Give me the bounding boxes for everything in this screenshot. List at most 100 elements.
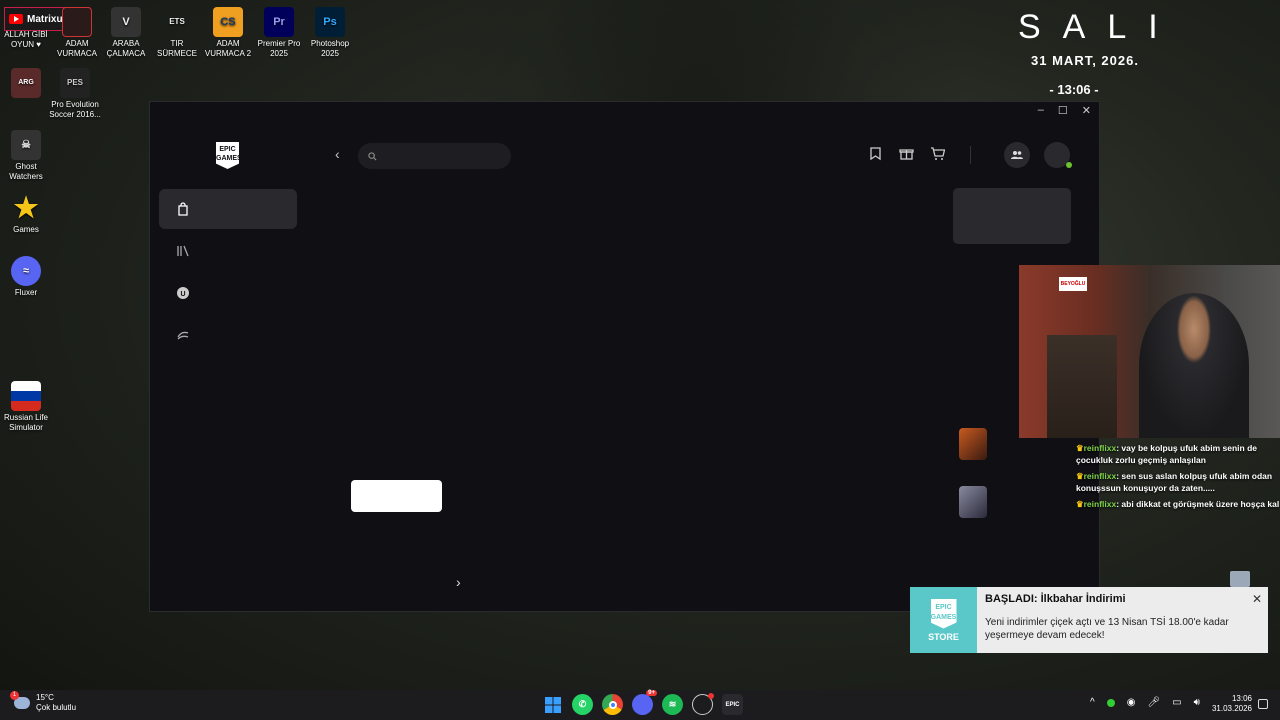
fortnite-icon (177, 331, 189, 340)
whatsapp-icon[interactable]: ✆ (572, 694, 593, 715)
start-button[interactable] (542, 694, 563, 715)
epic-games-logo[interactable]: EPIC GAMES (216, 142, 239, 169)
desktop-icon-adam-vurmaca[interactable]: ADAM VURMACA (51, 7, 103, 59)
ghost-icon: ☠ (11, 130, 41, 160)
microphone-icon[interactable]: 🎤︎ (1147, 697, 1160, 708)
minimize-button[interactable]: – (1038, 104, 1044, 117)
discord-icon[interactable]: 9+ (632, 690, 657, 715)
desktop-icon-label: Pro Evolution Soccer 2016... (49, 100, 101, 119)
search-input[interactable] (383, 150, 503, 162)
desktop-icon-adam-vurmaca-2[interactable]: CS ADAM VURMACA 2 (202, 7, 254, 59)
sidebar-item-fortnite[interactable] (159, 315, 297, 355)
game-thumbnail[interactable] (959, 486, 987, 518)
windows-icon (544, 696, 561, 713)
weather-desc: Çok bulutlu (36, 703, 77, 712)
system-tray: ^ ◉ 🎤︎ ▭ 🔊︎ (1090, 697, 1200, 708)
network-icon[interactable]: ▭ (1172, 697, 1181, 708)
desktop-icon-label: TIR SÜRMECE (156, 39, 197, 58)
carousel-next-button[interactable]: › (456, 574, 461, 590)
discord-badge: 9+ (646, 690, 657, 696)
notification-center-icon[interactable] (1258, 699, 1268, 709)
friends-button[interactable] (1004, 142, 1030, 168)
chat-message: ♛reinflixx: sen sus aslan kolpuş ufuk ab… (1076, 470, 1280, 494)
game-thumbnail[interactable] (959, 428, 987, 460)
wishlist-icon[interactable] (868, 146, 883, 161)
toast-notification[interactable]: EPIC GAMES STORE BAŞLADI: İlkbahar İndir… (910, 587, 1268, 653)
recycle-bin-icon[interactable] (1230, 571, 1250, 587)
pes-icon: PES (60, 68, 90, 98)
crown-icon: ♛ (1076, 443, 1084, 453)
weather-widget[interactable]: 1 15°C Çok bulutlu (10, 691, 77, 713)
library-icon (177, 245, 189, 257)
desktop-icon-label: Games (13, 225, 39, 234)
desktop-icon-label: Russian Life Simulator (3, 413, 49, 432)
desktop-icon-ghost-watchers[interactable]: ☠ Ghost Watchers (0, 130, 52, 182)
epic-games-logo: EPIC GAMES (930, 598, 957, 629)
taskbar-time: 13:06 (1231, 694, 1252, 703)
discord-tray-icon[interactable]: ◉ (1127, 697, 1136, 708)
fluxer-icon: ≈ (11, 256, 41, 286)
spotify-icon[interactable]: ≋ (662, 694, 683, 715)
clock-widget: SALI 31 MART, 2026. - 13:06 - (1000, 8, 1170, 97)
desktop-icon-premiere-pro[interactable]: Pr Premier Pro 2025 (253, 7, 305, 59)
chevron-up-icon[interactable]: ^ (1090, 697, 1095, 708)
sidebar-item-unreal-engine[interactable]: U (159, 273, 297, 313)
divider (970, 146, 971, 164)
gta-icon: V (111, 7, 141, 37)
desktop-icon-allah-gibi-oyun[interactable]: ALLAH GİBİ OYUN ♥ (0, 30, 52, 50)
chat-message: ♛reinflixx: vay be kolpuş ufuk abim seni… (1076, 442, 1280, 466)
cart-icon[interactable] (930, 146, 945, 161)
desktop-icon-fluxer[interactable]: ≈ Fluxer (0, 256, 52, 298)
game-shortcut-icon (62, 7, 92, 37)
weather-temp: 15°C (36, 693, 54, 702)
desktop-icon-araba-calmaca[interactable]: V ARABA ÇALMACA (100, 7, 152, 59)
chrome-icon[interactable] (602, 694, 623, 715)
star-icon: ★ (13, 192, 39, 223)
epic-store-logo: EPIC GAMES STORE (910, 587, 977, 653)
friends-icon (1011, 151, 1023, 159)
cloud-icon: 1 (10, 691, 30, 709)
desktop-icon-label: Ghost Watchers (9, 162, 43, 181)
taskbar: 1 15°C Çok bulutlu ✆ 9+ ≋ EPIC ^ ◉ 🎤︎ ▭ … (0, 690, 1280, 720)
desktop-icon-russian-life-simulator[interactable]: Russian Life Simulator (0, 381, 52, 433)
desktop-icon-pes-2016[interactable]: PES Pro Evolution Soccer 2016... (49, 68, 101, 120)
wall-sign: BEYOĞLU (1059, 277, 1087, 291)
counter-strike-icon: CS (213, 7, 243, 37)
desktop-icon-label: Photoshop 2025 (310, 39, 350, 58)
sidebar-item-library[interactable] (159, 231, 297, 271)
desktop-icon-label: ARABA ÇALMACA (106, 39, 146, 58)
maximize-button[interactable]: ☐ (1058, 104, 1068, 117)
recording-dot (708, 693, 714, 699)
toast-title: BAŞLADI: İlkbahar İndirimi (985, 593, 1126, 605)
desktop-icon-games[interactable]: ★ Games (0, 193, 52, 235)
chat-message: ♛reinflixx: abi dikkat et görüşmek üzere… (1076, 498, 1280, 510)
sidebar-item-store[interactable] (159, 189, 297, 229)
premiere-pro-icon: Pr (264, 7, 294, 37)
obs-icon[interactable] (692, 693, 714, 715)
weather-alert-badge: 1 (10, 691, 19, 700)
loading-placeholder-card (953, 188, 1071, 244)
webcam-overlay: BEYOĞLU (1019, 265, 1280, 438)
chat-overlay: ♛reinflixx: vay be kolpuş ufuk abim seni… (1076, 442, 1280, 514)
desktop-icon-tir-surmece[interactable]: ETS TIR SÜRMECE (151, 7, 203, 59)
crown-icon: ♛ (1076, 471, 1084, 481)
search-icon (368, 151, 377, 161)
chat-username: reinflixx (1083, 499, 1117, 509)
taskbar-clock[interactable]: 13:06 31.03.2026 (1210, 694, 1252, 714)
epic-games-taskbar-icon[interactable]: EPIC (722, 694, 743, 715)
desktop-icon-photoshop[interactable]: Ps Photoshop 2025 (304, 7, 356, 59)
volume-icon[interactable]: 🔊︎ (1194, 697, 1200, 708)
chat-text: : abi dikkat et görüşmek üzere hoşça kal (1116, 499, 1280, 509)
close-button[interactable]: ✕ (1082, 104, 1091, 117)
gift-icon[interactable] (899, 146, 914, 161)
store-label: STORE (928, 631, 959, 642)
clock-day: SALI (1018, 8, 1180, 46)
desktop-icon-arg-raiders[interactable]: ARG (0, 68, 52, 100)
chat-username: reinflixx (1083, 471, 1117, 481)
search-box[interactable] (358, 143, 511, 169)
status-icon[interactable] (1106, 698, 1115, 707)
toast-body: BAŞLADI: İlkbahar İndirimi Yeni indiriml… (977, 587, 1268, 653)
back-button[interactable]: ‹ (335, 146, 340, 162)
profile-avatar-button[interactable] (1044, 142, 1072, 168)
toast-close-button[interactable]: ✕ (1252, 592, 1262, 606)
